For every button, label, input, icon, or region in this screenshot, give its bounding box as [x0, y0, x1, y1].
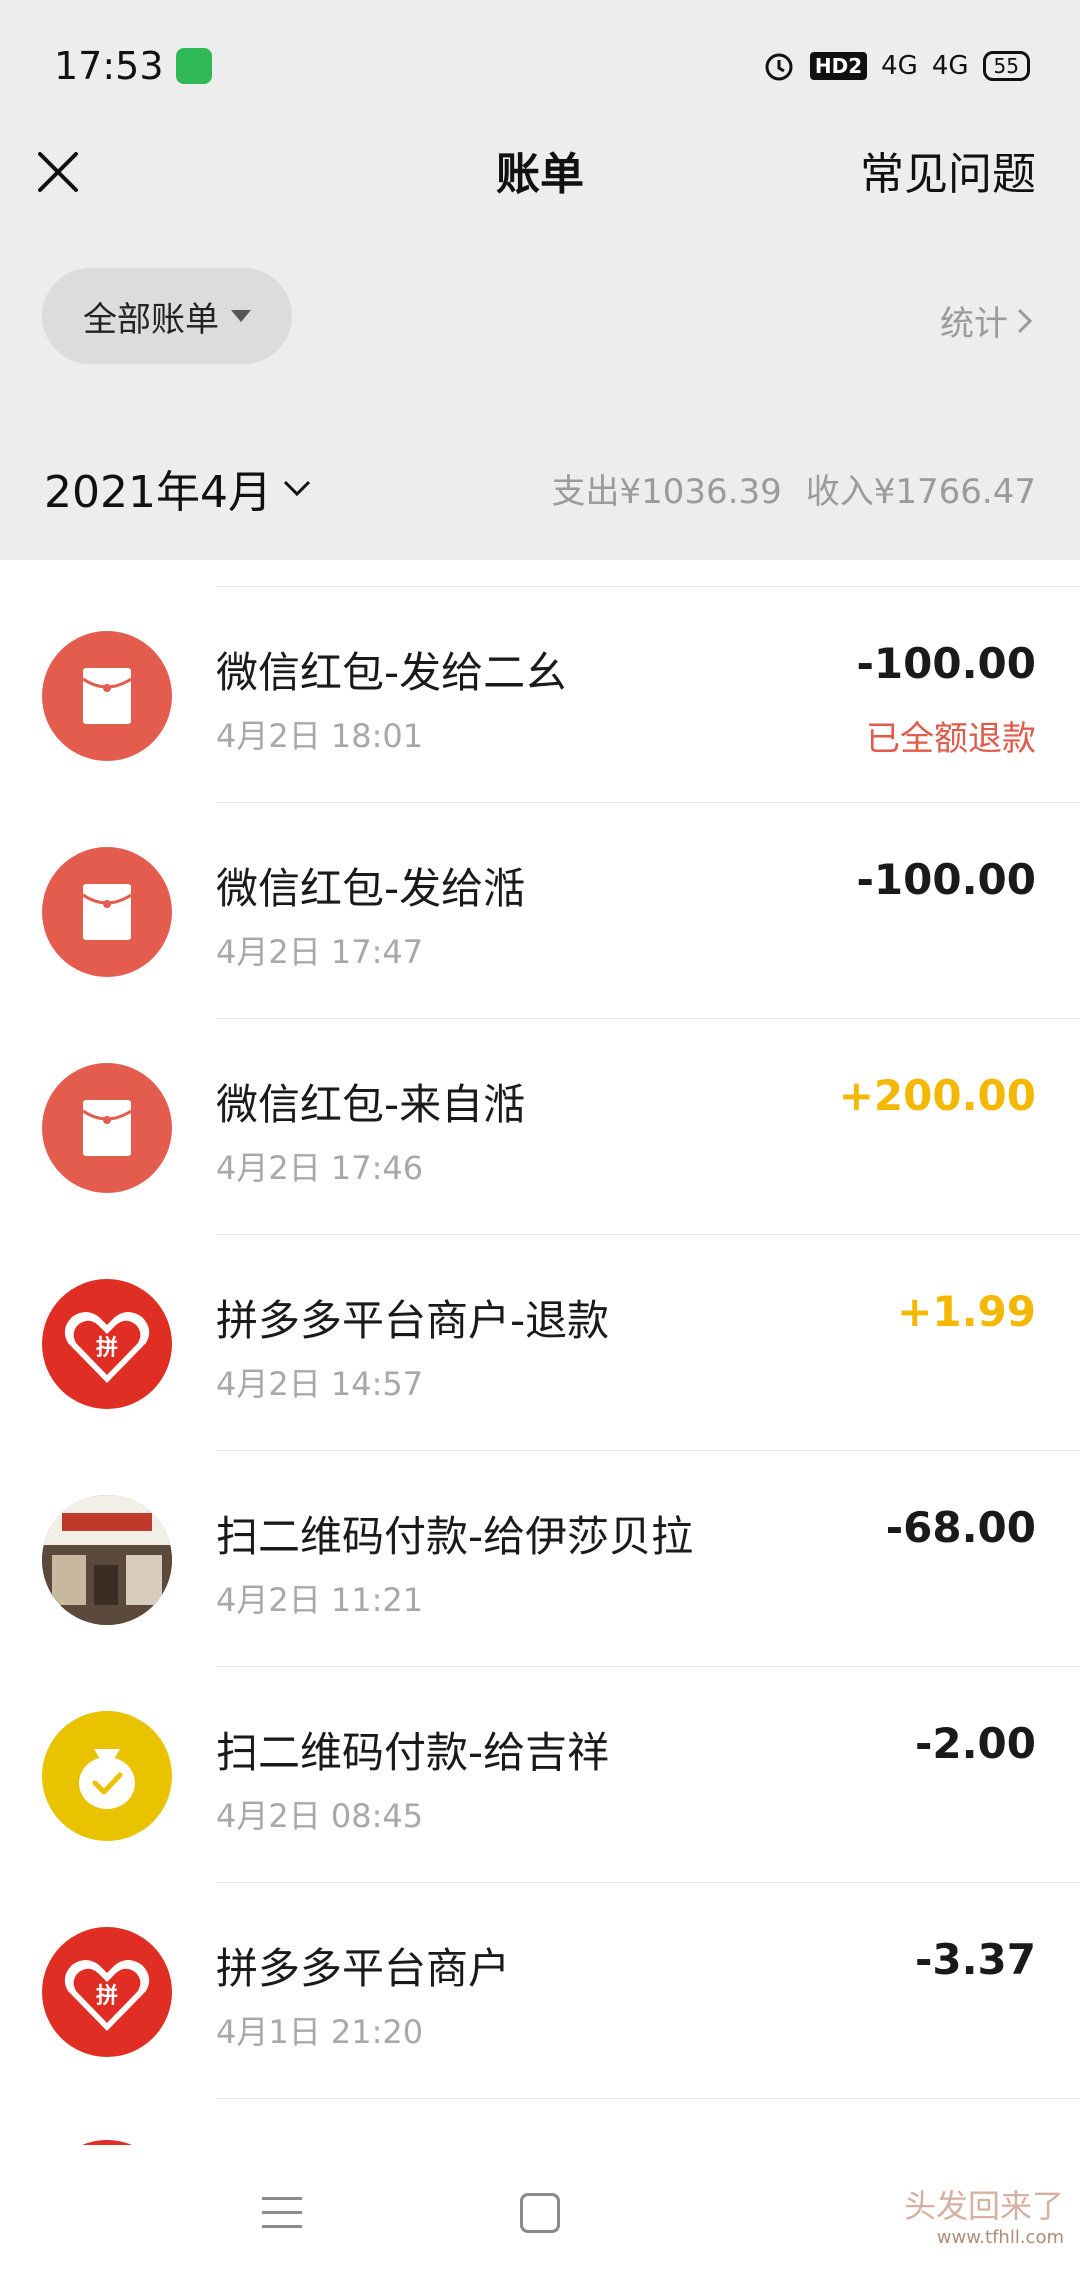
month-selector[interactable]: 2021年4月 [44, 456, 312, 520]
home-key-icon[interactable] [520, 2193, 560, 2233]
stats-link[interactable]: 统计 [940, 296, 1036, 345]
transaction-list: 微信红包-发给二幺 4月2日 18:01 -100.00 已全额退款 微信红包-… [0, 560, 1080, 2145]
transaction-time: 4月2日 17:47 [216, 933, 424, 971]
all-bills-label: 全部账单 [83, 299, 219, 340]
svg-text:拼: 拼 [96, 1983, 118, 2009]
transaction-row[interactable]: 扫二维码付款-给吉祥 4月2日 08:45 -2.00 [0, 1667, 1080, 1883]
transaction-amount: -100.00 [856, 639, 1036, 688]
transaction-time: 4月2日 18:01 [216, 717, 424, 755]
expense-total: 支出¥1036.39 [551, 472, 782, 512]
transaction-time: 4月2日 08:45 [216, 1797, 424, 1835]
transaction-title: 扫二维码付款-给吉祥 [216, 1728, 610, 1777]
menu-key-icon[interactable] [262, 2197, 302, 2229]
hd-icon: HD2 [809, 52, 868, 80]
divider [216, 2098, 1080, 2099]
nav-bar: 账单 常见问题 [0, 130, 1080, 230]
shop-photo-avatar [42, 1495, 172, 1625]
caret-down-icon [231, 310, 251, 322]
transaction-title: 微信红包-发给湉 [216, 864, 526, 913]
filter-bar: 全部账单 统计 [0, 230, 1080, 410]
watermark-url: www.tfhll.com [936, 2227, 1064, 2248]
battery-icon: 55 [982, 51, 1030, 81]
transaction-time: 4月2日 14:57 [216, 1365, 424, 1403]
transaction-title: 扫二维码付款-给伊莎贝拉 [216, 1512, 694, 1561]
transaction-amount: +200.00 [838, 1071, 1036, 1120]
system-nav-bar: 头发回来了 www.tfhll.com [0, 2145, 1080, 2280]
transaction-row[interactable]: 扫二维码付款-给伊莎贝拉 4月2日 11:21 -68.00 [0, 1451, 1080, 1667]
signal-icon: 4G [931, 51, 969, 81]
transaction-title: 拼多多平台商户 [216, 1944, 511, 1993]
transaction-time: 4月2日 11:21 [216, 1581, 424, 1619]
transaction-amount: +1.99 [897, 1287, 1036, 1336]
stats-label: 统计 [940, 304, 1008, 344]
transaction-title: 拼多多平台商户-退款 [216, 1296, 610, 1345]
refund-status: 已全额退款 [866, 719, 1036, 759]
transaction-row[interactable]: 微信红包-发给湉 4月2日 17:47 -100.00 [0, 803, 1080, 1019]
all-bills-filter-button[interactable]: 全部账单 [42, 268, 292, 364]
transaction-amount: -3.37 [914, 1935, 1036, 1984]
faq-link[interactable]: 常见问题 [860, 138, 1036, 202]
transaction-amount: -100.00 [856, 855, 1036, 904]
app-notification-icon [176, 48, 212, 84]
watermark-text: 头发回来了 [903, 2187, 1064, 2225]
svg-text:拼: 拼 [96, 1335, 118, 1361]
transaction-title: 微信红包-来自湉 [216, 1080, 526, 1129]
month-summary: 2021年4月 支出¥1036.39 收入¥1766.47 [0, 410, 1080, 560]
signal-icon: 4G [881, 51, 918, 81]
alarm-icon [765, 53, 793, 81]
income-total: 收入¥1766.47 [805, 472, 1036, 512]
red-packet-icon [42, 1063, 172, 1193]
watermark: 头发回来了 www.tfhll.com [904, 2181, 1064, 2248]
red-packet-icon [42, 847, 172, 977]
transaction-time: 4月2日 17:46 [216, 1149, 424, 1187]
transaction-amount: -2.00 [914, 1719, 1036, 1768]
transaction-amount: -68.00 [885, 1503, 1036, 1552]
transaction-row[interactable]: 微信红包-来自湉 4月2日 17:46 +200.00 [0, 1019, 1080, 1235]
month-label: 2021年4月 [44, 467, 272, 518]
transaction-time: 4月1日 21:20 [216, 2013, 424, 2051]
money-bag-icon [42, 1711, 172, 1841]
chevron-down-icon [283, 480, 311, 497]
month-totals: 支出¥1036.39 收入¥1766.47 [552, 464, 1036, 513]
red-packet-icon [42, 631, 172, 761]
pinduoduo-logo-icon: 拼 [42, 1927, 172, 2057]
chevron-right-icon [1017, 308, 1033, 333]
transaction-title: 微信红包-发给二幺 [216, 648, 568, 697]
transaction-row[interactable]: 微信红包-发给二幺 4月2日 18:01 -100.00 已全额退款 [0, 587, 1080, 803]
transaction-row[interactable]: 拼 拼多多平台商户-退款 4月2日 14:57 +1.99 [0, 1235, 1080, 1451]
status-bar: 17:53 HD2 4G 4G 55 [0, 0, 1080, 130]
status-icons: HD2 4G 4G 55 [762, 46, 1030, 86]
transaction-row[interactable]: 拼 拼多多平台商户 4月1日 21:20 -3.37 [0, 1883, 1080, 2099]
pinduoduo-logo-icon: 拼 [42, 1279, 172, 1409]
status-time: 17:53 [54, 44, 164, 88]
